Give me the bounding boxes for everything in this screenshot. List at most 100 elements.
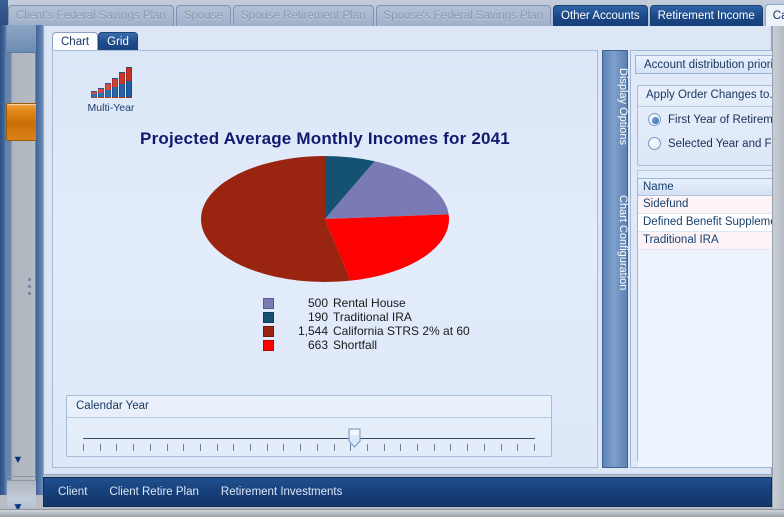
application-window: Client's Federal Savings PlanSpouseSpous…	[0, 0, 784, 517]
multi-year-label: Multi-Year	[80, 102, 142, 114]
grid-top-spacer	[637, 170, 784, 178]
slider-tick	[317, 444, 318, 451]
chart-title: Projected Average Monthly Incomes for 20…	[53, 129, 597, 149]
slider-tick	[501, 444, 502, 451]
top-tab-1[interactable]: Spouse	[176, 5, 231, 26]
top-tab-2[interactable]: Spouse Retirement Plan	[233, 5, 374, 26]
slider-tick	[534, 444, 535, 451]
top-tab-6[interactable]: Calculations	[765, 4, 784, 27]
slider-tick	[267, 444, 268, 451]
top-tab-5[interactable]: Retirement Income	[650, 5, 763, 26]
grid-row[interactable]: Defined Benefit Supplement	[638, 214, 784, 232]
slider-tick	[183, 444, 184, 451]
slider-thumb-icon	[348, 428, 361, 448]
group-divider	[638, 106, 784, 107]
legend-color-swatch	[263, 312, 274, 323]
slider-tick	[400, 444, 401, 451]
top-tab-strip: Client's Federal Savings PlanSpouseSpous…	[0, 0, 784, 26]
account-distribution-panel: Account distribution priority for 2 Appl…	[630, 50, 784, 468]
status-bar-item[interactable]: Retirement Investments	[221, 486, 342, 498]
window-bottom-frame	[0, 509, 784, 517]
legend-label: Traditional IRA	[333, 310, 412, 324]
top-tab-4[interactable]: Other Accounts	[553, 5, 648, 26]
slider-tick	[334, 444, 335, 451]
status-bar: Client Client Retire Plan Retirement Inves…	[43, 477, 772, 507]
slider-group-divider	[67, 417, 551, 418]
slider-tick	[417, 444, 418, 451]
slider-tick	[200, 444, 201, 451]
slider-tick	[367, 444, 368, 451]
top-tab-0[interactable]: Client's Federal Savings Plan	[8, 5, 174, 26]
grid-row[interactable]: Traditional IRA	[638, 232, 784, 250]
slider-tick	[450, 444, 451, 451]
legend-label: California STRS 2% at 60	[333, 324, 470, 338]
top-tabs-container: Client's Federal Savings PlanSpouseSpous…	[8, 4, 784, 26]
calendar-year-slider-group: Calendar Year	[66, 395, 552, 457]
left-rail-grip-dots	[28, 278, 32, 296]
vertical-tab-display-options[interactable]: Display Options	[603, 57, 629, 157]
slider-tick	[384, 444, 385, 451]
tab-strip-left-cap	[0, 0, 8, 26]
chart-legend: 500 Rental House 190 Traditional IRA1,544Ca…	[53, 296, 597, 352]
slider-track[interactable]	[83, 438, 535, 439]
sub-tab-chart[interactable]: Chart	[52, 32, 98, 51]
status-bar-item[interactable]: Client Retire Plan	[109, 486, 198, 498]
radio-first-year-of-retirement[interactable]: First Year of Retirement	[648, 113, 784, 126]
slider-tick	[283, 444, 284, 451]
status-bar-item[interactable]: Client	[58, 486, 87, 498]
slider-tick	[300, 444, 301, 451]
slider-tick	[116, 444, 117, 451]
radio-selected-year-and-forward[interactable]: Selected Year and Forward	[648, 137, 784, 150]
multi-year-button[interactable]: Multi-Year	[80, 66, 142, 114]
slider-tick	[167, 444, 168, 451]
radio-first-year-label: First Year of Retirement	[668, 114, 784, 126]
calendar-year-label: Calendar Year	[76, 400, 149, 412]
left-rail-selected-item[interactable]	[6, 103, 38, 141]
radio-selected-icon	[648, 113, 661, 126]
grid-column-header-name: Name	[638, 179, 784, 196]
legend-value: 663	[282, 338, 328, 352]
chevron-down-icon-upper[interactable]: ▼	[0, 455, 36, 466]
top-tab-3[interactable]: Spouse's Federal Savings Plan	[376, 5, 551, 26]
radio-selected-year-label: Selected Year and Forward	[668, 138, 784, 150]
legend-color-swatch	[263, 340, 274, 351]
grid-empty-area	[638, 250, 784, 468]
legend-item: 190 Traditional IRA	[53, 310, 597, 324]
chart-grid-tabs: ChartGrid	[52, 31, 138, 51]
sub-tab-grid[interactable]: Grid	[98, 32, 138, 51]
legend-label: Rental House	[333, 296, 406, 310]
radio-unselected-icon	[648, 137, 661, 150]
calculations-window: ChartGrid Multi-Year Projected Average M…	[43, 26, 772, 475]
left-rail-header-block	[7, 25, 36, 53]
grid-row[interactable]: Sidefund	[638, 196, 784, 214]
slider-tick	[484, 444, 485, 451]
slider-tick	[150, 444, 151, 451]
legend-item: 500 Rental House	[53, 296, 597, 310]
slider-tick	[434, 444, 435, 451]
slider-thumb[interactable]	[348, 428, 361, 448]
slider-tick	[467, 444, 468, 451]
left-navigation-rail[interactable]: ▼ ▼	[0, 25, 36, 495]
left-rail-divider	[7, 476, 36, 477]
slider-tick	[133, 444, 134, 451]
legend-item: 663 Shortfall	[53, 338, 597, 352]
account-priority-grid: Name SidefundDefined Benefit SupplementT…	[637, 178, 784, 461]
legend-label: Shortfall	[333, 338, 377, 352]
calculations-window-body: ChartGrid Multi-Year Projected Average M…	[46, 26, 769, 472]
vertical-tab-chart-configuration[interactable]: Chart Configuration	[603, 173, 629, 313]
left-rail-blue-band	[36, 25, 43, 495]
slider-tick	[517, 444, 518, 451]
slider-tick	[233, 444, 234, 451]
legend-item: 1,544California STRS 2% at 60	[53, 324, 597, 338]
pie-chart-svg	[195, 154, 455, 284]
slider-tick	[100, 444, 101, 451]
right-vertical-tab-rail: Display Options Chart Configuration	[602, 50, 628, 468]
legend-value: 190	[282, 310, 328, 324]
left-rail-edge	[0, 25, 7, 495]
chart-panel: Multi-Year Projected Average Monthly Inc…	[52, 50, 598, 468]
legend-value: 500	[282, 296, 328, 310]
pie-chart	[53, 154, 597, 294]
grid-rows-container: SidefundDefined Benefit SupplementTradit…	[638, 196, 784, 250]
apply-order-changes-label: Apply Order Changes to...	[646, 89, 779, 101]
slider-tick	[217, 444, 218, 451]
